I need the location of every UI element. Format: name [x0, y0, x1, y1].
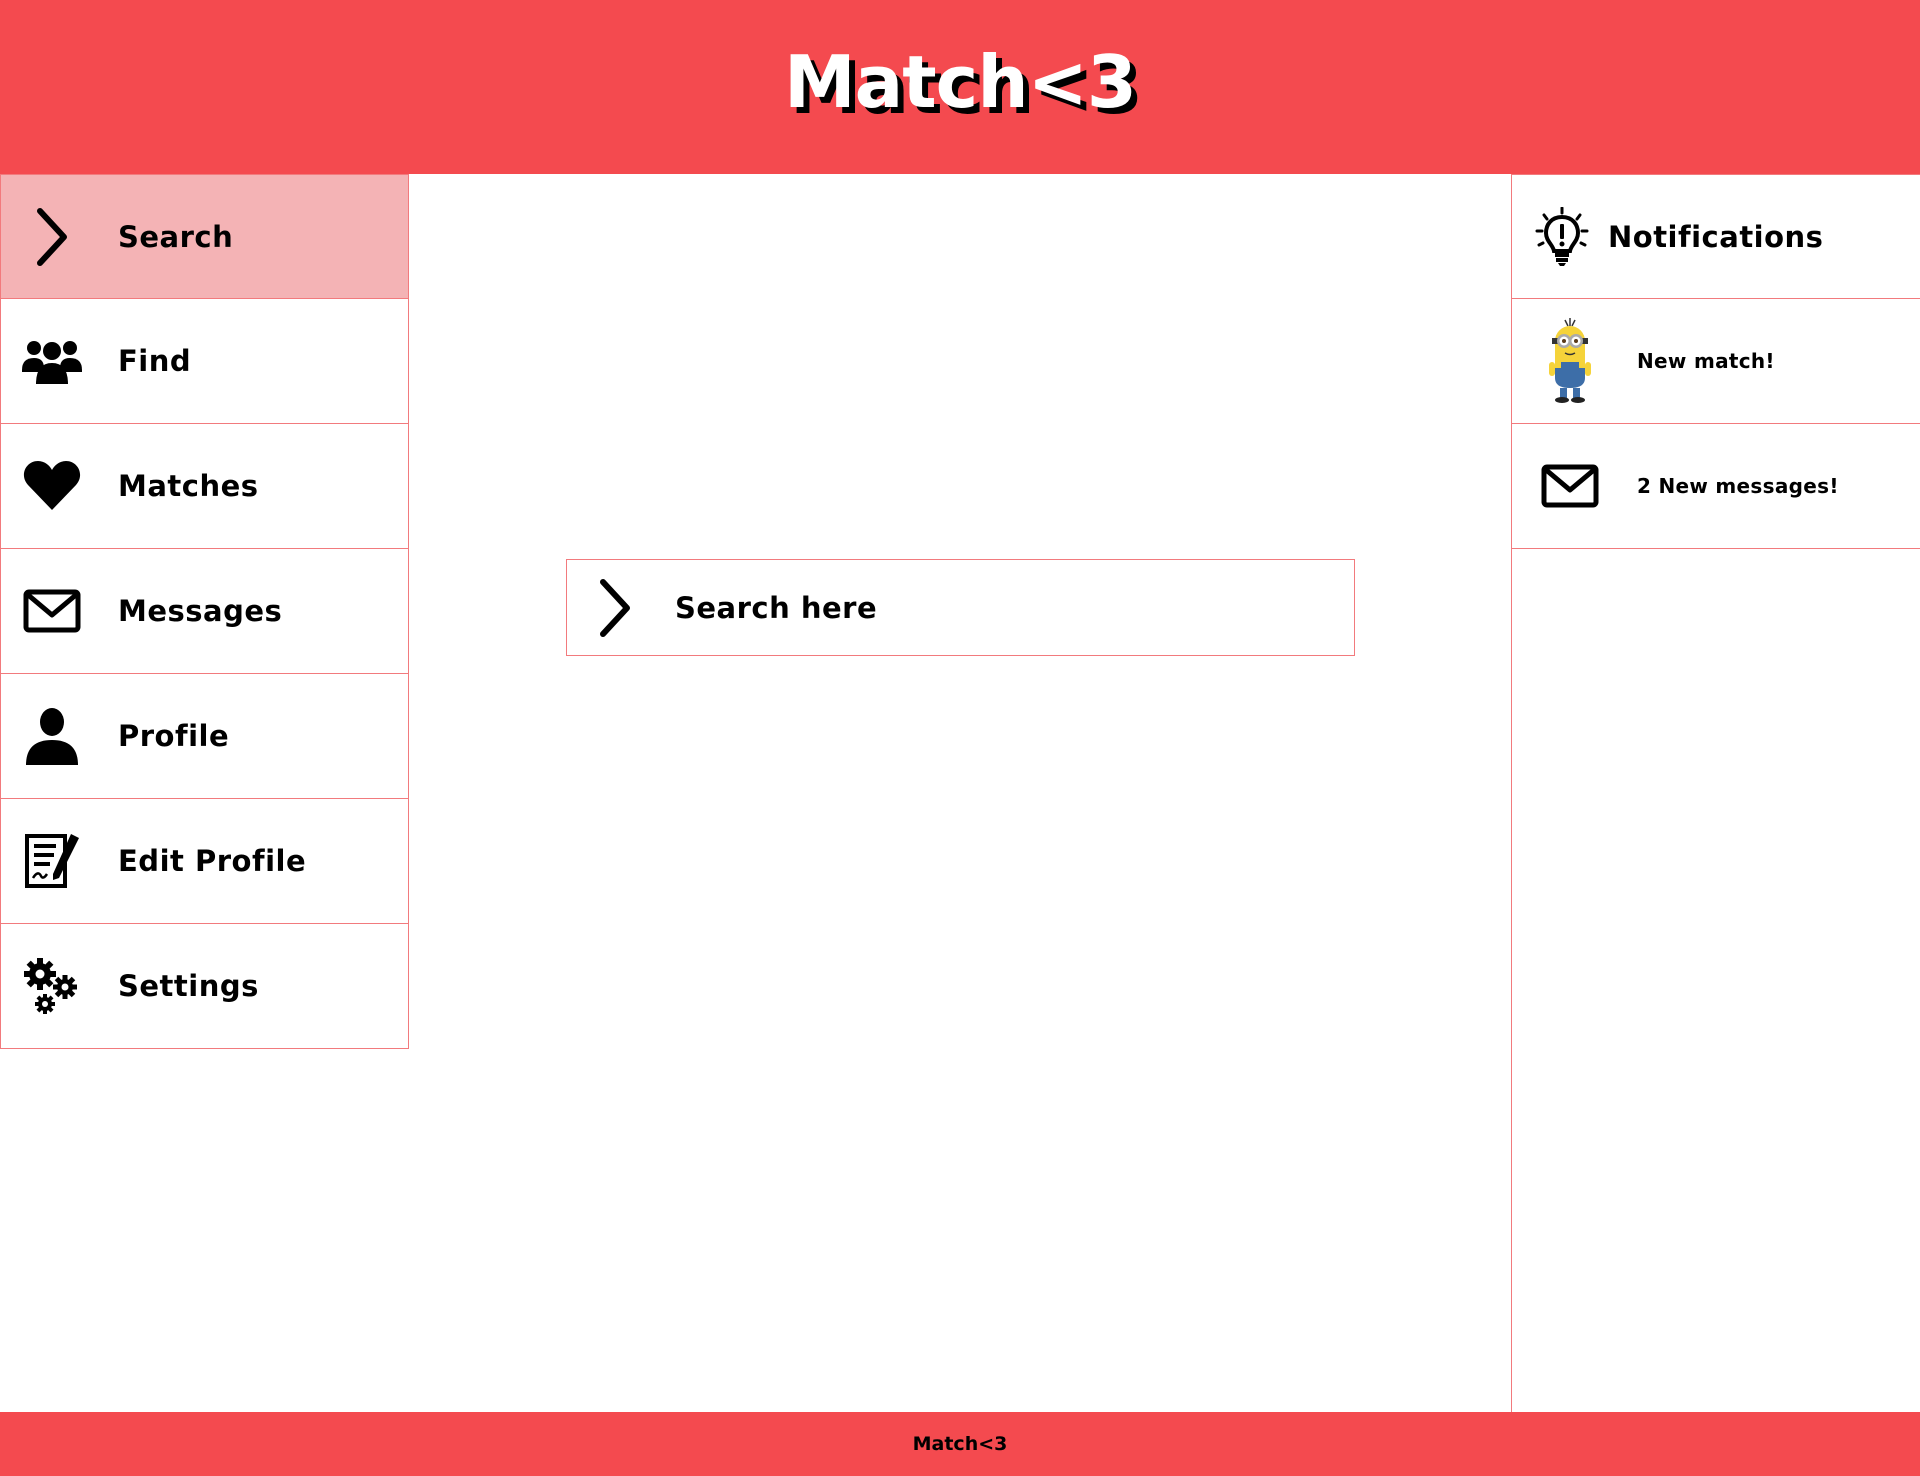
- app-header: Match<3: [0, 0, 1920, 174]
- sidebar-item-label: Profile: [118, 719, 230, 753]
- edit-document-icon: [1, 799, 103, 923]
- gears-icon: [1, 924, 103, 1048]
- lightbulb-icon: [1512, 206, 1612, 267]
- sidebar-item-search[interactable]: Search: [0, 174, 409, 299]
- app-logo[interactable]: Match<3: [784, 40, 1137, 124]
- search-label: Search here: [675, 590, 878, 625]
- footer-text: Match<3: [912, 1433, 1008, 1455]
- notifications-header: Notifications: [1512, 174, 1920, 299]
- sidebar-item-label: Messages: [118, 594, 283, 628]
- chevron-right-icon: [575, 560, 655, 655]
- group-icon: [1, 299, 103, 423]
- sidebar-nav: Search Find Matches Messages Profile Edi…: [0, 174, 409, 1049]
- envelope-icon: [1, 549, 103, 673]
- sidebar-item-settings[interactable]: Settings: [0, 924, 409, 1049]
- sidebar-item-profile[interactable]: Profile: [0, 674, 409, 799]
- notification-text: New match!: [1637, 349, 1775, 373]
- notifications-panel: Notifications New match! 2 New messages!: [1511, 174, 1920, 1412]
- sidebar-item-matches[interactable]: Matches: [0, 424, 409, 549]
- sidebar-item-find[interactable]: Find: [0, 299, 409, 424]
- minion-avatar: [1512, 316, 1627, 406]
- user-icon: [1, 674, 103, 798]
- notifications-title: Notifications: [1608, 219, 1824, 254]
- notification-new-match[interactable]: New match!: [1512, 299, 1920, 424]
- sidebar-item-messages[interactable]: Messages: [0, 549, 409, 674]
- sidebar-item-label: Find: [118, 344, 192, 378]
- notification-new-messages[interactable]: 2 New messages!: [1512, 424, 1920, 549]
- sidebar-item-edit-profile[interactable]: Edit Profile: [0, 799, 409, 924]
- sidebar-item-label: Matches: [118, 469, 259, 503]
- app-footer: Match<3: [0, 1412, 1920, 1476]
- notification-text: 2 New messages!: [1637, 474, 1839, 498]
- heart-icon: [1, 424, 103, 548]
- sidebar-item-label: Settings: [118, 969, 259, 1003]
- search-input[interactable]: Search here: [566, 559, 1355, 656]
- sidebar-item-label: Search: [118, 219, 234, 254]
- chevron-right-icon: [1, 175, 103, 298]
- envelope-icon: [1512, 464, 1627, 508]
- sidebar-item-label: Edit Profile: [118, 844, 307, 878]
